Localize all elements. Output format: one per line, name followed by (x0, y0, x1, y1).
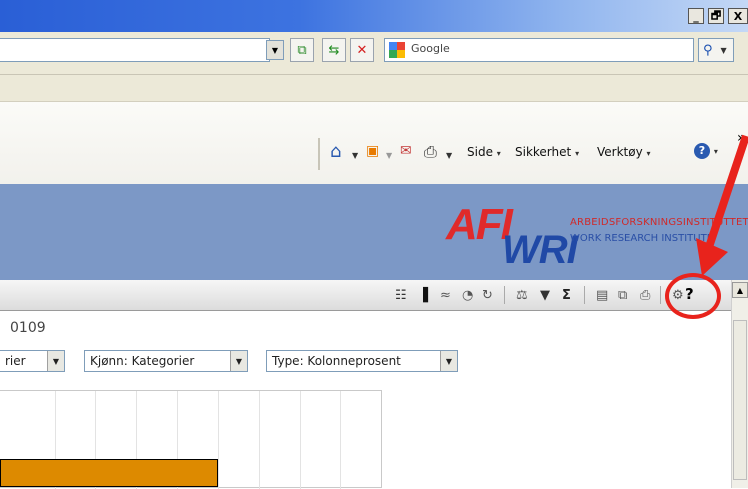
annotation-arrow-icon (696, 134, 748, 276)
close-window-button[interactable]: X (728, 8, 748, 24)
table-view-icon[interactable]: ☷ (395, 288, 407, 303)
mail-icon[interactable]: ✉ (400, 143, 412, 159)
filter-icon[interactable]: ▼ (540, 288, 550, 303)
category-select[interactable]: rier ▼ (0, 350, 65, 372)
feeds-dropdown-icon[interactable]: ▼ (386, 151, 392, 160)
chevron-down-icon: ▼ (47, 351, 64, 371)
pivot-icon[interactable]: ⚖ (516, 288, 528, 303)
sum-icon[interactable]: Σ (562, 288, 571, 303)
window-title-bar: _ 🗗 X (0, 0, 748, 32)
page-compat-icon: ⧉ (297, 42, 307, 58)
save-icon[interactable]: ▤ (596, 288, 608, 303)
print-dropdown-icon[interactable]: ▼ (446, 151, 452, 160)
toolbar-separator (660, 286, 661, 304)
toolbar-separator (504, 286, 505, 304)
address-input[interactable] (0, 38, 270, 62)
chart-bar (0, 459, 218, 487)
gridline (340, 391, 341, 489)
feeds-icon[interactable]: ▣ (366, 143, 379, 159)
command-bar-separator (318, 138, 320, 170)
chevron-down-icon: ▼ (440, 351, 457, 371)
gridline (218, 391, 219, 489)
export-icon[interactable]: ⧉ (618, 288, 627, 303)
bar-chart-icon[interactable]: ▐ (418, 288, 428, 303)
site-banner (0, 184, 748, 280)
compatibility-view-button[interactable]: ⧉ (290, 38, 314, 62)
scroll-up-arrow-icon[interactable]: ▲ (732, 282, 748, 298)
google-logo-icon (389, 42, 405, 58)
bar-chart (0, 390, 382, 489)
minimize-button[interactable]: _ (688, 8, 704, 24)
type-select[interactable]: Type: Kolonneprosent ▼ (266, 350, 458, 372)
rotate-icon[interactable]: ↻ (482, 288, 493, 303)
address-toolbar: ▼ ⧉ ⇆ ✕ Google ⚲ ▼ (0, 32, 748, 75)
pie-chart-icon[interactable]: ◔ (462, 288, 473, 303)
favorites-bar (0, 75, 748, 102)
home-dropdown-icon[interactable]: ▼ (352, 151, 358, 160)
print-icon[interactable]: ⎙ (424, 142, 437, 162)
wri-logo: WRI (502, 228, 578, 272)
report-title: 0109 (10, 320, 46, 336)
print-report-icon[interactable]: ⎙ (640, 288, 650, 303)
chevron-down-icon: ▼ (230, 351, 247, 371)
gender-select[interactable]: Kjønn: Kategorier ▼ (84, 350, 248, 372)
stop-icon: ✕ (356, 42, 368, 58)
report-toolbar (0, 280, 748, 311)
menu-verktoy[interactable]: Verktøy ▾ (597, 145, 651, 159)
search-button[interactable]: ⚲ ▼ (698, 38, 734, 62)
menu-side[interactable]: Side ▾ (467, 145, 501, 159)
home-icon[interactable]: ⌂ (330, 141, 341, 162)
magnifier-icon: ⚲ (703, 42, 713, 58)
gridline (300, 391, 301, 489)
refresh-icon: ⇆ (328, 42, 340, 58)
vertical-scrollbar[interactable]: ▲ (731, 280, 748, 488)
restore-button[interactable]: 🗗 (708, 8, 724, 24)
address-dropdown-button[interactable]: ▼ (266, 40, 284, 60)
search-placeholder: Google (411, 42, 450, 55)
gridline (259, 391, 260, 489)
toolbar-separator (584, 286, 585, 304)
stop-button[interactable]: ✕ (350, 38, 374, 62)
search-input[interactable]: Google (384, 38, 694, 62)
scroll-thumb[interactable] (733, 320, 747, 480)
line-chart-icon[interactable]: ≈ (440, 288, 451, 303)
refresh-button[interactable]: ⇆ (322, 38, 346, 62)
menu-sikkerhet[interactable]: Sikkerhet ▾ (515, 145, 579, 159)
